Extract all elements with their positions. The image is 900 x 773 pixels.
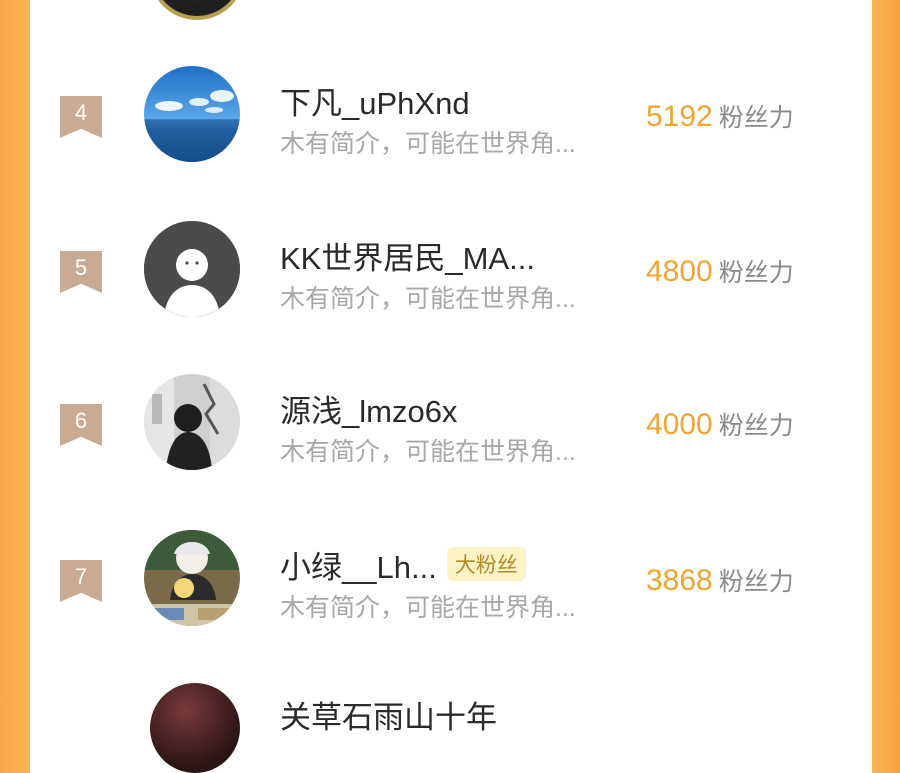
score-value: 4000 <box>646 408 713 441</box>
rank-badge: 4 <box>60 96 102 138</box>
user-name[interactable]: 小绿__Lh... 大粉丝 <box>280 542 526 587</box>
user-intro: 木有简介，可能在世界角... <box>280 285 576 313</box>
user-intro: 木有简介，可能在世界角... <box>280 438 576 466</box>
score-unit: 粉丝力 <box>718 568 794 596</box>
default-avatar[interactable] <box>144 221 240 317</box>
user-name[interactable]: 源浅_lmzo6x <box>280 386 457 431</box>
user-intro: 木有简介，可能在世界角... <box>280 594 576 622</box>
fan-power-score: 4000 粉丝力 <box>646 406 794 442</box>
user-name[interactable]: 下凡_uPhXnd <box>280 78 470 123</box>
ranking-row[interactable]: 4 下凡_uPhXnd 木有简介，可能在世界角... 5192 粉丝力 <box>30 66 872 220</box>
next-user-avatar[interactable] <box>150 683 240 773</box>
ranking-row[interactable]: 7 小绿__Lh... 大粉丝 木有简介，可能在世界角... 3868 粉丝力 <box>30 530 872 684</box>
score-unit: 粉丝力 <box>718 412 794 440</box>
big-fan-tag: 大粉丝 <box>446 547 526 581</box>
fan-power-score: 4800 粉丝力 <box>646 253 794 289</box>
score-unit: 粉丝力 <box>718 259 794 287</box>
grayscale-photo-avatar[interactable] <box>144 374 240 470</box>
user-intro: 木有简介，可能在世界角... <box>280 130 576 158</box>
ranking-row[interactable]: 5 KK世界居民_MA... 木有简介，可能在世界角... 4800 粉丝力 <box>30 221 872 375</box>
score-value: 5192 <box>646 100 713 133</box>
fan-power-score: 5192 粉丝力 <box>646 98 794 134</box>
next-user-name[interactable]: 关草石雨山十年 <box>280 692 497 737</box>
anime-avatar[interactable] <box>144 530 240 626</box>
previous-user-avatar[interactable] <box>149 0 245 20</box>
score-value: 4800 <box>646 255 713 288</box>
ranking-row[interactable]: 6 源浅_lmzo6x 木有简介，可能在世界角... 4000 粉丝力 <box>30 374 872 528</box>
score-unit: 粉丝力 <box>718 104 794 132</box>
rank-badge: 7 <box>60 560 102 602</box>
ocean-sky-avatar[interactable] <box>144 66 240 162</box>
score-value: 3868 <box>646 564 713 597</box>
fan-power-score: 3868 粉丝力 <box>646 562 794 598</box>
rank-badge: 5 <box>60 251 102 293</box>
user-name[interactable]: KK世界居民_MA... <box>280 233 535 278</box>
rank-badge: 6 <box>60 404 102 446</box>
fan-ranking-panel: 4 下凡_uPhXnd 木有简介，可能在世界角... 5192 粉丝力 5 KK… <box>30 0 872 703</box>
user-name-text[interactable]: 小绿__Lh... <box>280 550 437 585</box>
